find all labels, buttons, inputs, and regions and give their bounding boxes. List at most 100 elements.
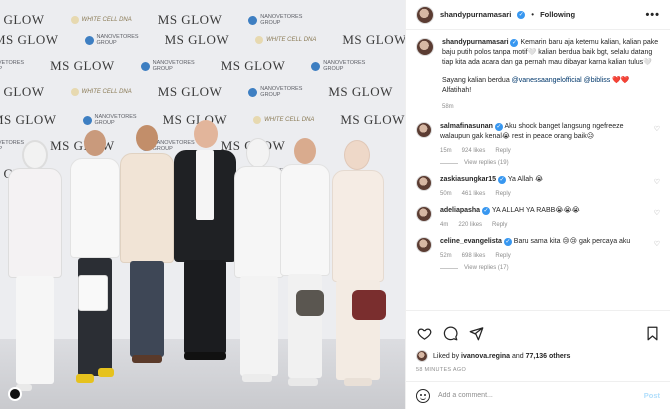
backdrop-logo: MS GLOW [157,84,223,99]
person-3 [78,275,108,315]
comment-likes[interactable]: 924 likes [462,148,486,154]
avatar[interactable] [416,237,432,253]
comment-item: zaskiasungkar15 ✓ Ya Allah 😭 50m 461 lik… [416,175,660,197]
replies-line [440,267,458,269]
view-replies-button[interactable]: View replies (19) [440,160,646,166]
comment-text: Ya Allah 😭 [507,176,544,183]
smiley-icon[interactable] [416,388,430,403]
verified-icon: ✓ [498,176,506,184]
backdrop-logo: WHITE CELL DNA [70,88,132,96]
comment-time[interactable]: 50m [440,191,452,197]
comment-item: salmafinasunan ✓ Aku shock banget langsu… [416,122,660,166]
comment-time[interactable]: 4m [440,222,448,228]
avatar[interactable] [416,206,432,222]
comment-likes[interactable]: 698 likes [462,253,486,259]
avatar[interactable] [416,175,432,191]
backdrop-logo: WHITE CELL DNA [70,16,132,24]
liked-by-user[interactable]: ivanova.regina [461,353,510,360]
comment-input[interactable] [438,392,636,399]
person-2 [66,130,124,392]
instagram-post: MS GLOW WHITE CELL DNA MS GLOW NANOVETOR… [0,0,670,409]
backdrop-logo: MS GLOW [342,32,405,47]
verified-icon: ✓ [482,207,491,215]
reply-button[interactable]: Reply [495,253,510,259]
comment-item: adeliapasha ✓ YA ALLAH YA RABB😭😭😭 4m 220… [416,206,660,228]
comment-like-heart-icon[interactable]: ♡ [654,240,660,248]
post-photo[interactable]: MS GLOW WHITE CELL DNA MS GLOW NANOVETOR… [0,0,405,409]
comment-time[interactable]: 15m [440,148,452,154]
avatar[interactable] [416,38,434,56]
more-icon[interactable]: ••• [645,9,660,21]
likes-prefix: Liked by [433,352,462,360]
comment-username[interactable]: salmafinasunan [440,123,493,130]
caption-username[interactable]: shandypurnamasari [442,39,509,46]
comment-username[interactable]: celine_evangelista [440,238,502,245]
backdrop-logo: MS GLOW [0,84,45,99]
mention-link[interactable]: @bibliss [584,77,611,84]
comment-username[interactable]: zaskiasungkar15 [440,176,496,183]
backdrop-logo: MS GLOW [220,58,286,73]
backdrop-logo: NANOVETORESGROUP [0,60,25,72]
comment-icon[interactable] [442,326,458,342]
avatar[interactable] [416,5,434,24]
verified-icon: ✓ [503,238,512,246]
person-4 [118,125,176,365]
backdrop-logo: MS GLOW [164,32,230,47]
avatar[interactable] [416,350,428,362]
reply-button[interactable]: Reply [492,222,507,228]
comment-like-heart-icon[interactable]: ♡ [654,125,660,133]
caption-time[interactable]: 58m [442,104,454,110]
person-7 [278,138,332,388]
backdrop-logo: NANOVETORESGROUP [140,60,195,72]
mention-link[interactable]: @vanessaangelofficial [512,77,582,84]
post-caption: shandypurnamasari ✓ Kemarin baru aja ket… [416,38,660,110]
avatar[interactable] [416,122,432,138]
backdrop-logo: MS GLOW [328,84,393,99]
person-9 [330,140,386,390]
backdrop-logo: NANOVETORESGROUP [248,86,302,98]
comment-text: Baru sama kita 😢😢 gak percaya aku [513,238,631,245]
add-comment-bar: Post [406,381,670,409]
hearts-emoji: ❤️❤️ [612,77,630,84]
person-8 [296,290,324,320]
reply-button[interactable]: Reply [495,191,510,197]
comment-username[interactable]: adeliapasha [440,207,480,214]
comment-like-heart-icon[interactable]: ♡ [654,209,660,217]
post-button[interactable]: Post [644,391,660,400]
view-replies-button[interactable]: View replies (17) [440,265,646,271]
verified-icon: ✓ [517,10,526,19]
backdrop-logo: MS GLOW [0,112,57,127]
reply-button[interactable]: Reply [495,148,510,154]
tag-icon[interactable] [8,387,22,401]
backdrop-logo: NANOVETORESGROUP [311,60,365,72]
comment-time[interactable]: 52m [440,253,452,259]
caption-text: Alfatihah! [442,87,472,94]
share-icon[interactable] [468,326,484,342]
post-sidebar: shandypurnamasari ✓ • Following ••• shan… [405,0,670,409]
following-button[interactable]: Following [540,10,575,19]
backdrop-logo: NANOVETORESGROUP [84,34,139,46]
comment-like-heart-icon[interactable]: ♡ [654,178,660,186]
comments-list[interactable]: shandypurnamasari ✓ Kemarin baru aja ket… [406,30,670,310]
comment-likes[interactable]: 461 likes [462,191,486,197]
likes-count[interactable]: 77,136 others [526,353,571,360]
backdrop-logo: MS GLOW [50,58,115,73]
heart-icon[interactable] [416,326,432,342]
backdrop-logo: WHITE CELL DNA [253,116,314,124]
person-5 [172,120,238,362]
separator-dot: • [531,10,535,19]
verified-icon: ✓ [494,123,503,131]
caption-text: Sayang kalian berdua [442,77,512,84]
action-bar [406,310,670,350]
comment-item: celine_evangelista ✓ Baru sama kita 😢😢 g… [416,237,660,271]
comment-likes[interactable]: 220 likes [458,222,482,228]
comment-text: YA ALLAH YA RABB😭😭😭 [491,207,580,214]
backdrop-logo: NANOVETORESGROUP [248,14,302,26]
backdrop-logo: MS GLOW [0,32,59,47]
person-10 [352,290,386,324]
bookmark-icon[interactable] [644,326,660,342]
author-username[interactable]: shandypurnamasari [440,10,511,19]
post-header: shandypurnamasari ✓ • Following ••• [406,0,670,30]
post-timestamp[interactable]: 58 MINUTES AGO [406,362,670,373]
backdrop-logo: WHITE CELL DNA [255,36,316,44]
